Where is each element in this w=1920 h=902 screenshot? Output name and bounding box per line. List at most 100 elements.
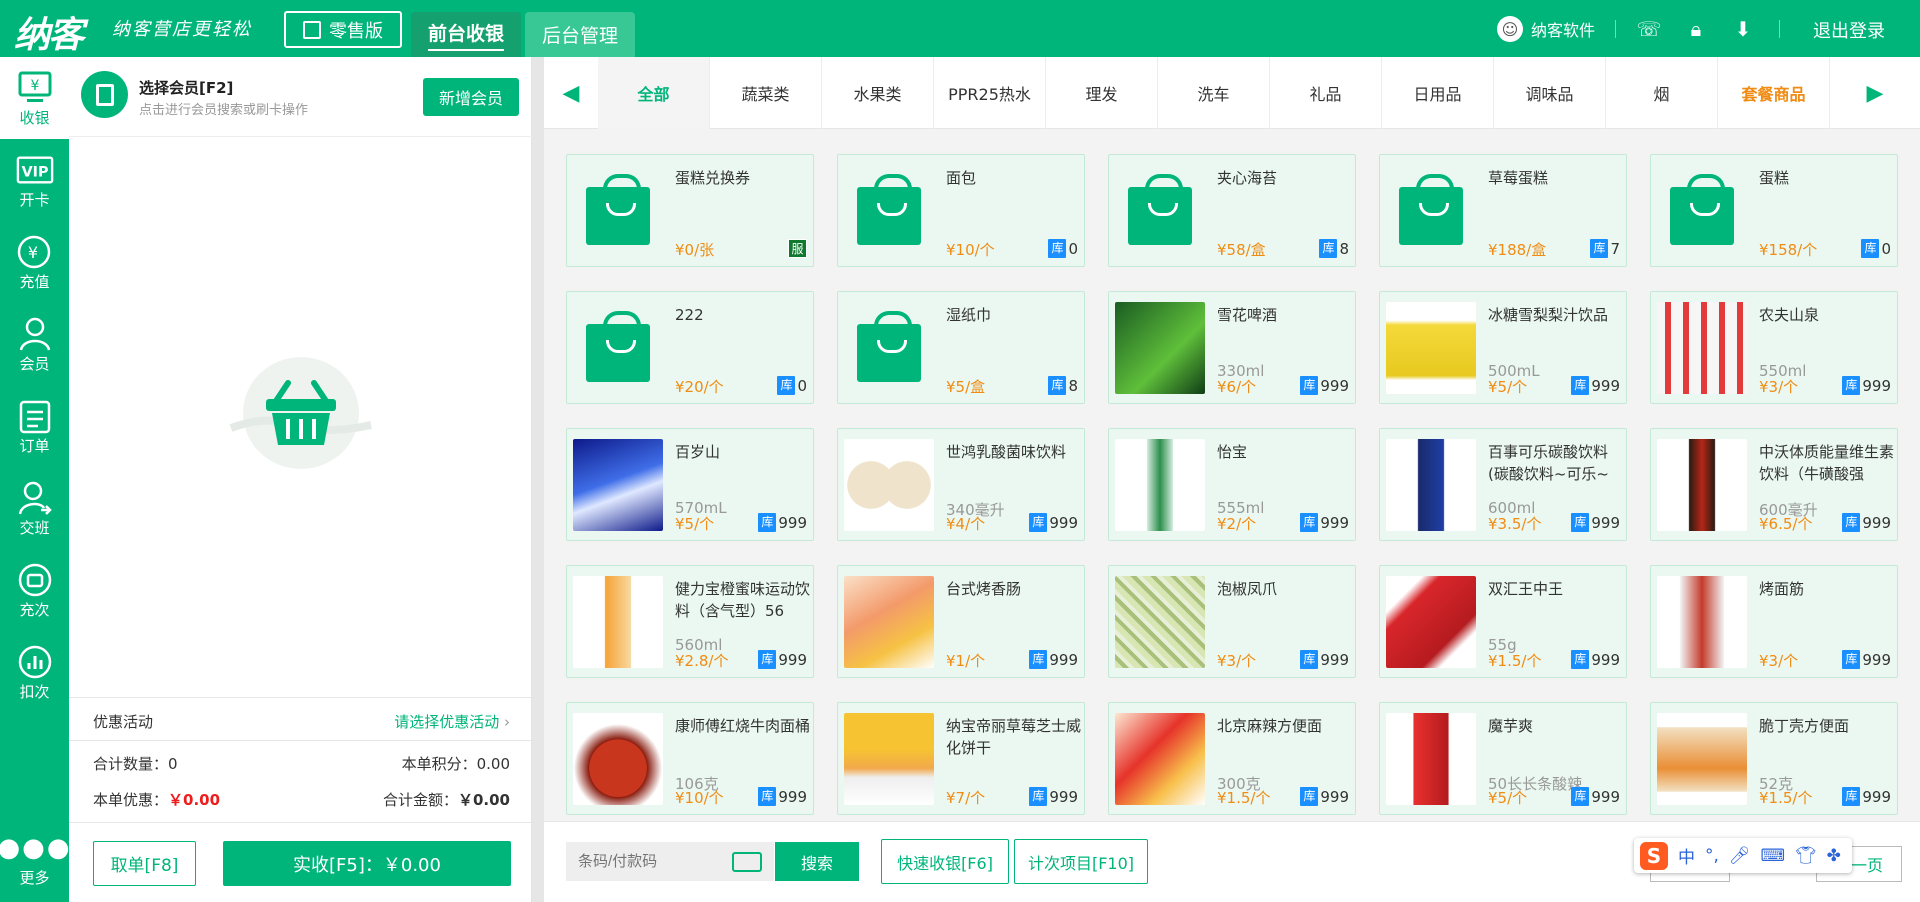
- edition-label: 零售版: [329, 20, 383, 42]
- quick-cash-button[interactable]: 快速收银[F6]: [881, 839, 1009, 884]
- product-card[interactable]: 222 ¥20/个 库 0: [566, 291, 814, 404]
- promo-row[interactable]: 优惠活动 请选择优惠活动 ›: [69, 697, 532, 741]
- category-tab[interactable]: 日用品: [1382, 57, 1494, 129]
- product-card[interactable]: 蛋糕 ¥158/个 库 0: [1650, 154, 1898, 267]
- product-card[interactable]: 泡椒凤爪 ¥3/个 库 999: [1108, 565, 1356, 678]
- keyboard-icon[interactable]: ⌨: [1761, 846, 1786, 866]
- product-stock: 库0: [777, 376, 807, 395]
- search-button[interactable]: 搜索: [775, 842, 859, 881]
- product-image: [844, 576, 934, 668]
- product-card[interactable]: 台式烤香肠 ¥1/个 库 999: [837, 565, 1085, 678]
- sidebar-item-order[interactable]: 订单: [0, 385, 69, 467]
- category-tab[interactable]: 蔬菜类: [710, 57, 822, 129]
- category-tab[interactable]: 礼品: [1270, 57, 1382, 129]
- product-card[interactable]: 湿纸巾 ¥5/盒 库 8: [837, 291, 1085, 404]
- product-card[interactable]: 百事可乐碳酸饮料(碳酸饮料~可乐~ 600ml ¥3.5/个库 999: [1379, 428, 1627, 541]
- category-tab[interactable]: 调味品: [1494, 57, 1606, 129]
- product-price: ¥3/个: [1759, 652, 1799, 670]
- category-tab[interactable]: 理发: [1046, 57, 1158, 129]
- product-card[interactable]: 中沃体质能量维生素饮料（牛磺酸强 600毫升 ¥6.5/个库 999: [1650, 428, 1898, 541]
- tab-front-cashier-label: 前台收银: [427, 19, 504, 51]
- category-tab[interactable]: PPR25热水: [934, 57, 1046, 129]
- category-tab[interactable]: 烟: [1606, 57, 1718, 129]
- product-name: 台式烤香肠: [946, 580, 1022, 598]
- stock-count: 8: [1068, 376, 1078, 395]
- product-card[interactable]: 康师傅红烧牛肉面桶 106克 ¥10/个库 999: [566, 702, 814, 815]
- brand-slogan: 纳客营店更轻松: [112, 19, 252, 40]
- product-card[interactable]: 北京麻辣方便面 300克 ¥1.5/个库 999: [1108, 702, 1356, 815]
- stock-badge: 库: [1571, 376, 1590, 395]
- product-card[interactable]: 夹心海苔 ¥58/盒 库 8: [1108, 154, 1356, 267]
- keyboard-icon[interactable]: [732, 852, 762, 872]
- category-tab[interactable]: 套餐商品: [1718, 57, 1830, 129]
- product-card[interactable]: 面包 ¥10/个 库 0: [837, 154, 1085, 267]
- user-menu[interactable]: ☺ 纳客软件: [1497, 16, 1595, 42]
- sidebar-item-open-card[interactable]: VIP 开卡: [0, 139, 69, 221]
- stock-badge: 库: [1571, 787, 1590, 806]
- ime-toolbar[interactable]: S 中 °, 🎤︎ ⌨ 👕︎ ✤: [1634, 838, 1852, 873]
- product-stock: 库 999: [1571, 787, 1620, 806]
- product-card[interactable]: 怡宝 555ml ¥2/个库 999: [1108, 428, 1356, 541]
- product-image: [573, 439, 663, 531]
- download-icon[interactable]: ⬇: [1730, 16, 1756, 42]
- product-card[interactable]: 魔芋爽 50长长条酸辣 ¥5/个库 999: [1379, 702, 1627, 815]
- svg-text:¥: ¥: [30, 78, 39, 94]
- category-tab[interactable]: 水果类: [822, 57, 934, 129]
- ime-mode[interactable]: 中: [1678, 843, 1695, 868]
- product-card[interactable]: 百岁山 570mL ¥5/个库 999: [566, 428, 814, 541]
- panel-splitter[interactable]: [532, 57, 544, 902]
- category-prev-arrow-icon[interactable]: ◀: [544, 57, 598, 129]
- product-card[interactable]: 雪花啤酒 330ml ¥6/个库 999: [1108, 291, 1356, 404]
- stock-count: 999: [1591, 376, 1620, 395]
- logout-button[interactable]: 退出登录: [1813, 17, 1885, 43]
- microphone-icon[interactable]: 🎤︎: [1729, 846, 1751, 866]
- product-card[interactable]: 草莓蛋糕 ¥188/盒 库 7: [1379, 154, 1627, 267]
- avatar: ☺: [1497, 16, 1523, 42]
- customer-service-icon[interactable]: ☏: [1636, 16, 1662, 42]
- product-card[interactable]: 冰糖雪梨梨汁饮品 500mL ¥5/个库 999: [1379, 291, 1627, 404]
- product-card[interactable]: 双汇王中王 55g ¥1.5/个库 999: [1379, 565, 1627, 678]
- tab-back-office[interactable]: 后台管理: [525, 12, 635, 57]
- sidebar-item-member[interactable]: 会员: [0, 303, 69, 385]
- stock-count: 999: [1320, 650, 1349, 669]
- sidebar-item-charge-times[interactable]: 充次: [0, 549, 69, 631]
- member-select-hint: 点击进行会员搜索或刷卡操作: [139, 103, 309, 118]
- toolbox-icon[interactable]: ✤: [1827, 846, 1841, 866]
- stock-badge: 库: [1842, 650, 1861, 669]
- category-next-arrow-icon[interactable]: ▶: [1848, 57, 1902, 129]
- sidebar-item-recharge[interactable]: ¥ 充值: [0, 221, 69, 303]
- sidebar-item-more[interactable]: ●●● 更多: [0, 817, 70, 899]
- product-card[interactable]: 农夫山泉 550ml ¥3/个库 999: [1650, 291, 1898, 404]
- count-items-button[interactable]: 计次项目[F10]: [1014, 839, 1148, 884]
- pay-button[interactable]: 实收[F5]：￥0.00: [223, 841, 511, 886]
- sidebar-item-deduct-times[interactable]: 扣次: [0, 631, 69, 713]
- stock-badge: 库: [1300, 650, 1319, 669]
- product-card[interactable]: 蛋糕兑换券 ¥0/张 服: [566, 154, 814, 267]
- product-stock: 库0: [1861, 239, 1891, 258]
- product-card[interactable]: 脆丁壳方便面 52克 ¥1.5/个库 999: [1650, 702, 1898, 815]
- product-price: ¥20/个: [675, 378, 724, 396]
- skin-icon[interactable]: 👕︎: [1795, 846, 1817, 866]
- product-card[interactable]: 纳宝帝丽草莓芝士威化饼干 ¥7/个 库 999: [837, 702, 1085, 815]
- category-tab[interactable]: 全部: [598, 57, 710, 129]
- shopping-bag-icon: [844, 165, 934, 257]
- product-card[interactable]: 世鸿乳酸菌味饮料 340毫升 ¥4/个库 999: [837, 428, 1085, 541]
- product-card[interactable]: 健力宝橙蜜味运动饮料（含气型）56 560ml ¥2.8/个库 999: [566, 565, 814, 678]
- product-name: 康师傅红烧牛肉面桶: [675, 717, 811, 735]
- edition-badge[interactable]: 零售版: [284, 11, 402, 48]
- product-image: [1386, 439, 1476, 531]
- product-price: ¥5/盒: [946, 378, 986, 396]
- ime-punct[interactable]: °,: [1705, 846, 1719, 866]
- category-tab[interactable]: 洗车: [1158, 57, 1270, 129]
- stock-count: 999: [778, 787, 807, 806]
- add-member-button[interactable]: 新增会员: [423, 78, 519, 116]
- product-card[interactable]: 烤面筋 ¥3/个 库 999: [1650, 565, 1898, 678]
- sidebar-item-cashier[interactable]: ¥ 收银: [0, 57, 69, 139]
- cancel-order-button[interactable]: 取单[F8]: [93, 841, 196, 886]
- stock-count: 999: [1591, 787, 1620, 806]
- promo-select[interactable]: 请选择优惠活动 ›: [394, 711, 510, 732]
- sidebar-item-shift[interactable]: 交班: [0, 467, 69, 549]
- total-amount: 合计金额：￥0.00: [382, 791, 510, 809]
- lock-icon[interactable]: 🔒︎: [1683, 16, 1709, 42]
- tab-front-cashier[interactable]: 前台收银: [411, 12, 521, 57]
